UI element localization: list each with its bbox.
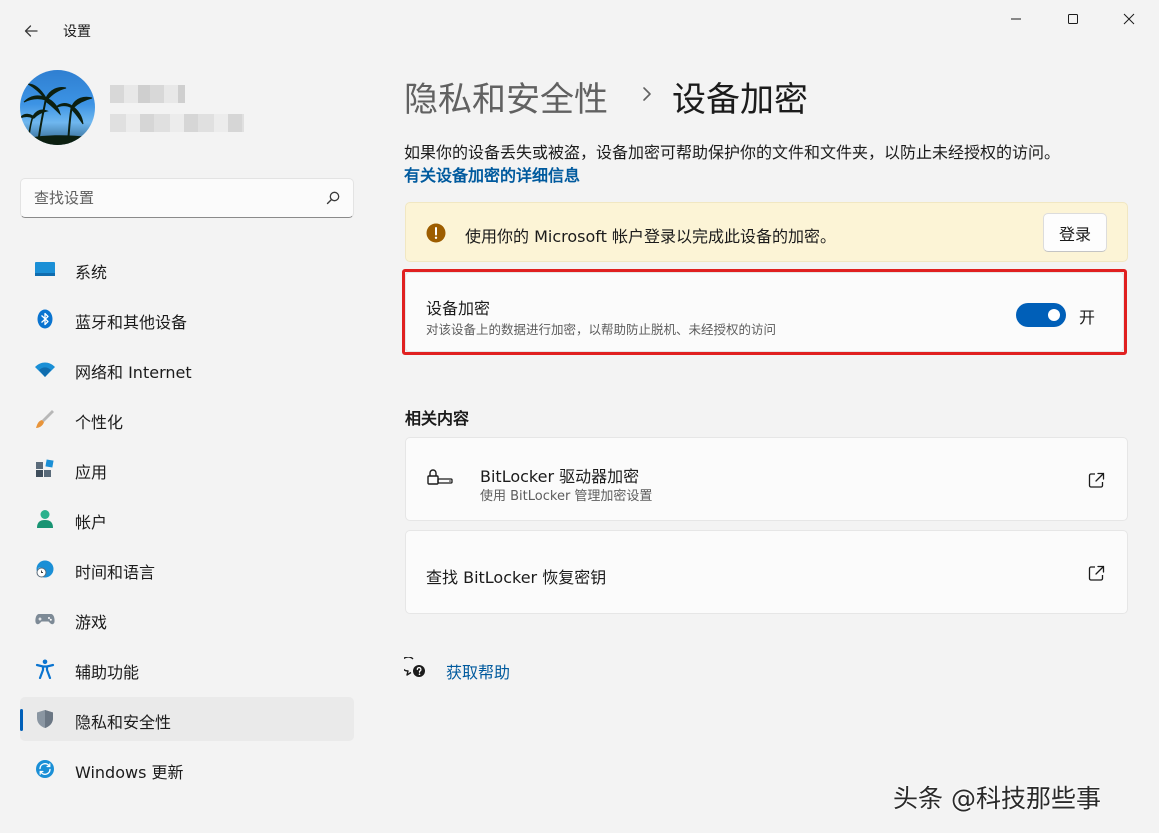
related-item-subtitle: 使用 BitLocker 管理加密设置 — [480, 489, 653, 504]
settings-window: 设置 查找设置 系统 蓝牙和其他设备 网络和 Internet 个性化 应用 帐… — [0, 0, 1159, 833]
external-link-icon — [1088, 565, 1105, 581]
sidebar-item-privacy-security[interactable]: 隐私和安全性 — [20, 697, 354, 741]
sidebar-item-label: 系统 — [75, 263, 108, 282]
sidebar-item-label: 网络和 Internet — [75, 363, 192, 382]
sidebar-item-accessibility[interactable]: 辅助功能 — [20, 647, 354, 691]
page-description: 如果你的设备丢失或被盗，设备加密可帮助保护你的文件和文件夹，以防止未经授权的访问… — [404, 143, 1061, 162]
apps-icon — [36, 459, 54, 477]
profile-email-blurred — [110, 114, 244, 132]
sidebar-item-label: Windows 更新 — [75, 763, 184, 782]
sidebar-item-time-language[interactable]: 时间和语言 — [20, 547, 354, 591]
related-item-recovery-key[interactable]: 查找 BitLocker 恢复密钥 — [405, 530, 1128, 614]
sidebar-item-accounts[interactable]: 帐户 — [20, 497, 354, 541]
external-link-icon — [1088, 472, 1105, 488]
get-help-link[interactable]: 获取帮助 — [446, 659, 510, 683]
sidebar-item-label: 蓝牙和其他设备 — [75, 313, 188, 332]
watermark: 头条 @科技那些事 — [893, 784, 1101, 813]
sidebar-item-label: 个性化 — [75, 413, 124, 432]
sidebar-item-label: 时间和语言 — [75, 563, 156, 582]
avatar[interactable] — [20, 70, 95, 145]
active-nav-indicator — [20, 709, 23, 731]
sidebar-item-label: 帐户 — [75, 513, 108, 532]
maximize-icon — [1068, 14, 1078, 24]
minimize-icon — [1011, 18, 1021, 20]
signin-warning-banner: 使用你的 Microsoft 帐户登录以完成此设备的加密。 登录 — [405, 202, 1128, 262]
related-content-heading: 相关内容 — [405, 409, 470, 428]
account-icon — [37, 510, 53, 528]
back-button[interactable] — [18, 18, 44, 44]
sidebar-item-label: 应用 — [75, 463, 108, 482]
sidebar-item-apps[interactable]: 应用 — [20, 447, 354, 491]
app-title: 设置 — [63, 24, 91, 40]
sidebar-item-system[interactable]: 系统 — [20, 247, 354, 291]
accessibility-icon — [35, 659, 55, 679]
search-icon[interactable] — [325, 190, 341, 206]
breadcrumb-parent[interactable]: 隐私和安全性 — [404, 72, 608, 121]
more-info-link[interactable]: 有关设备加密的详细信息 — [404, 162, 580, 186]
wifi-icon — [35, 362, 55, 377]
related-item-bitlocker[interactable]: BitLocker 驱动器加密 使用 BitLocker 管理加密设置 — [405, 437, 1128, 521]
minimize-button[interactable] — [993, 6, 1039, 32]
search-input[interactable] — [34, 187, 314, 209]
sidebar-item-label: 隐私和安全性 — [75, 713, 172, 732]
sidebar-item-personalization[interactable]: 个性化 — [20, 397, 354, 441]
red-highlight-box — [402, 269, 1127, 355]
palm-tree-photo-icon — [20, 83, 95, 145]
lock-key-icon — [427, 469, 453, 485]
sidebar-item-network[interactable]: 网络和 Internet — [20, 347, 354, 391]
close-button[interactable] — [1106, 6, 1152, 32]
monitor-icon — [35, 262, 55, 276]
sidebar-item-label: 辅助功能 — [75, 663, 140, 682]
update-icon — [36, 760, 54, 778]
globe-clock-icon — [36, 560, 54, 578]
brush-icon — [36, 410, 54, 428]
related-item-title: 查找 BitLocker 恢复密钥 — [426, 568, 607, 587]
bluetooth-icon — [37, 309, 53, 329]
maximize-button[interactable] — [1050, 6, 1096, 32]
related-item-title: BitLocker 驱动器加密 — [480, 467, 640, 486]
shield-icon — [37, 710, 53, 728]
profile-name-blurred — [110, 85, 185, 103]
close-icon — [1123, 13, 1135, 25]
warning-text: 使用你的 Microsoft 帐户登录以完成此设备的加密。 — [465, 227, 836, 246]
signin-button[interactable]: 登录 — [1043, 213, 1107, 252]
warning-icon — [426, 223, 446, 243]
sidebar-item-label: 游戏 — [75, 613, 108, 632]
chevron-right-icon — [643, 87, 651, 101]
search-box — [20, 178, 354, 218]
gamepad-icon — [35, 614, 55, 625]
page-title: 设备加密 — [672, 80, 808, 120]
sidebar-item-gaming[interactable]: 游戏 — [20, 597, 354, 641]
help-chat-icon — [404, 657, 425, 677]
sidebar-item-bluetooth[interactable]: 蓝牙和其他设备 — [20, 297, 354, 341]
back-arrow-icon — [24, 25, 38, 37]
sidebar-item-windows-update[interactable]: Windows 更新 — [20, 747, 354, 791]
